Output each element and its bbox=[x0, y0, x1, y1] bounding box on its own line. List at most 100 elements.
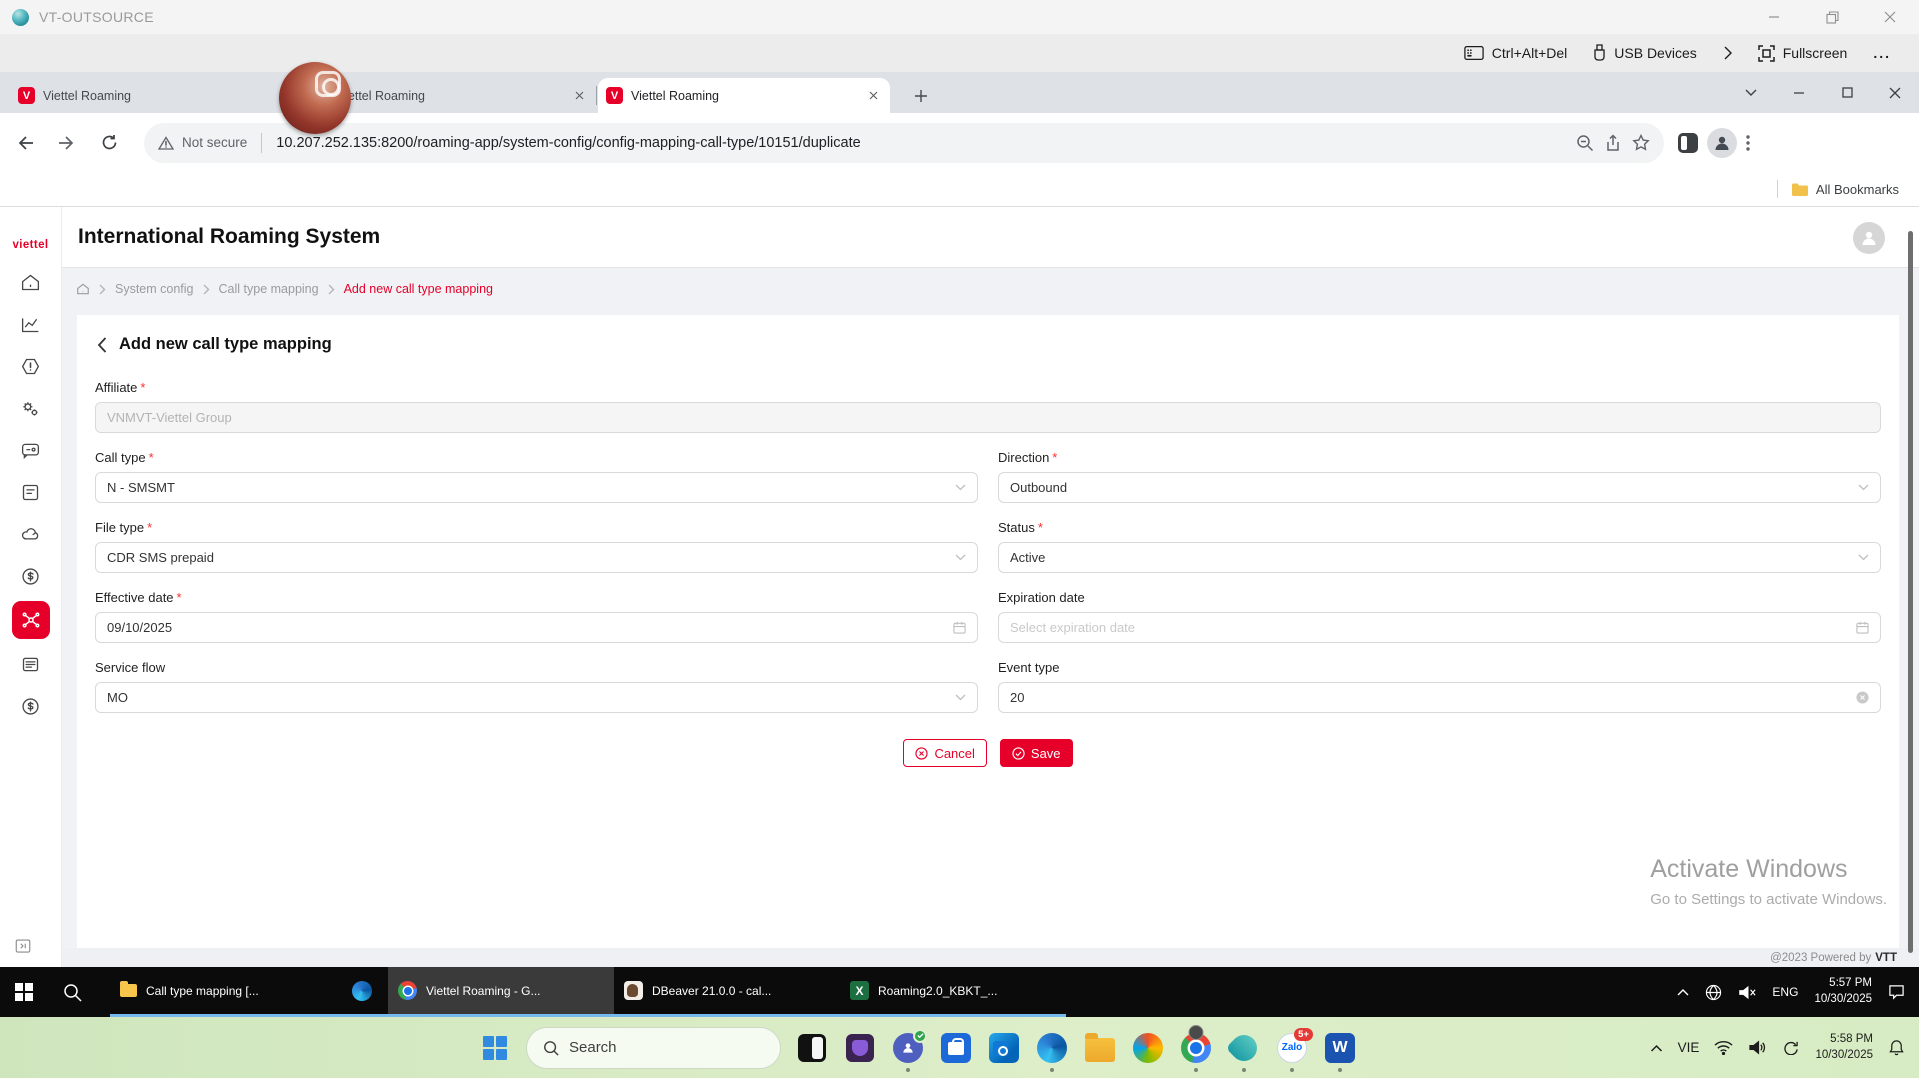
teams-person-icon bbox=[893, 1033, 923, 1063]
sidebar-item-alerts[interactable] bbox=[20, 355, 41, 377]
toolbar-more-button[interactable]: ... bbox=[1873, 45, 1891, 61]
speaker-icon[interactable] bbox=[1748, 1040, 1767, 1055]
ctrl-alt-del-button[interactable]: Ctrl+Alt+Del bbox=[1464, 45, 1567, 61]
side-panel-icon[interactable] bbox=[1678, 133, 1698, 153]
browser-maximize-button[interactable] bbox=[1823, 72, 1871, 113]
fullscreen-button[interactable]: Fullscreen bbox=[1758, 45, 1848, 62]
tab-search-chevron[interactable] bbox=[1727, 72, 1775, 113]
sidebar-item-reports[interactable] bbox=[20, 313, 41, 335]
zoom-icon[interactable] bbox=[1576, 134, 1594, 152]
minimize-button[interactable] bbox=[1745, 0, 1803, 34]
tab-title: Viettel Roaming bbox=[337, 89, 571, 103]
sidebar-item-documents[interactable] bbox=[20, 481, 41, 503]
remote-language-indicator[interactable]: ENG bbox=[1772, 985, 1798, 999]
search-icon bbox=[63, 983, 82, 1002]
reload-button[interactable] bbox=[92, 126, 126, 160]
tab-viettel-roaming-3-active[interactable]: V Viettel Roaming bbox=[598, 78, 890, 113]
taskbar-copilot[interactable] bbox=[1131, 1031, 1165, 1065]
share-icon[interactable] bbox=[1604, 134, 1622, 152]
browser-menu-icon[interactable] bbox=[1746, 135, 1750, 151]
task-viettel-roaming-chrome[interactable]: Viettel Roaming - G... bbox=[388, 967, 614, 1017]
tab-close-icon[interactable] bbox=[865, 87, 882, 104]
call-type-select[interactable]: N - SMSMT bbox=[95, 472, 978, 503]
cancel-button[interactable]: Cancel bbox=[903, 739, 986, 767]
task-edge[interactable] bbox=[336, 967, 388, 1017]
taskbar-file-explorer[interactable] bbox=[1083, 1031, 1117, 1065]
sidebar-item-home[interactable] bbox=[20, 271, 41, 293]
tray-chevron-up-icon[interactable] bbox=[1677, 988, 1689, 996]
sidebar-item-system-config-active[interactable] bbox=[12, 601, 50, 639]
sidebar-item-report-list[interactable] bbox=[20, 653, 41, 675]
clear-icon[interactable] bbox=[1856, 691, 1869, 704]
tab-close-icon[interactable] bbox=[571, 87, 588, 104]
browser-minimize-button[interactable] bbox=[1775, 72, 1823, 113]
page-footer: @2023 Powered by VTT bbox=[62, 948, 1919, 967]
tray-chevron-up-icon[interactable] bbox=[1650, 1044, 1663, 1052]
all-bookmarks-button[interactable]: All Bookmarks bbox=[1816, 182, 1899, 197]
notification-bell-icon[interactable] bbox=[1888, 1039, 1905, 1056]
taskbar-teams[interactable] bbox=[891, 1031, 925, 1065]
breadcrumb-system-config[interactable]: System config bbox=[115, 282, 194, 296]
taskbar-purple-app[interactable] bbox=[843, 1031, 877, 1065]
security-status[interactable]: Not secure bbox=[158, 135, 247, 150]
sidebar-collapse-button[interactable] bbox=[14, 937, 32, 955]
battery-saver-icon[interactable] bbox=[1782, 1040, 1800, 1055]
file-type-select[interactable]: CDR SMS prepaid bbox=[95, 542, 978, 573]
task-call-type-mapping[interactable]: Call type mapping [... bbox=[110, 967, 336, 1017]
service-flow-select[interactable]: MO bbox=[95, 682, 978, 713]
expiration-date-input[interactable]: Select expiration date bbox=[998, 612, 1881, 643]
sidebar-item-messages[interactable] bbox=[20, 439, 41, 461]
sidebar-item-billing[interactable] bbox=[20, 695, 41, 717]
notification-icon[interactable] bbox=[1888, 984, 1905, 1000]
tab-title: Viettel Roaming bbox=[43, 89, 277, 103]
save-button[interactable]: Save bbox=[1000, 739, 1073, 767]
breadcrumb-call-type-mapping[interactable]: Call type mapping bbox=[219, 282, 319, 296]
restore-button[interactable] bbox=[1803, 0, 1861, 34]
remote-clock[interactable]: 5:57 PM 10/30/2025 bbox=[1814, 976, 1872, 1007]
taskbar-panel-app[interactable] bbox=[795, 1031, 829, 1065]
new-tab-button[interactable] bbox=[908, 83, 934, 109]
tab-viettel-roaming-1[interactable]: V Viettel Roaming bbox=[10, 78, 302, 113]
local-language-indicator[interactable]: VIE bbox=[1678, 1040, 1700, 1055]
taskbar-word[interactable]: W bbox=[1323, 1031, 1357, 1065]
status-select[interactable]: Active bbox=[998, 542, 1881, 573]
direction-select[interactable]: Outbound bbox=[998, 472, 1881, 503]
network-globe-icon[interactable] bbox=[1705, 984, 1722, 1001]
user-avatar[interactable] bbox=[1853, 222, 1885, 254]
page-scrollbar[interactable] bbox=[1908, 231, 1913, 953]
profile-avatar[interactable] bbox=[1707, 128, 1737, 158]
taskbar-zalo[interactable]: Zalo5+ bbox=[1275, 1031, 1309, 1065]
sidebar-item-tariff[interactable] bbox=[20, 565, 41, 587]
url-omnibox[interactable]: Not secure 10.207.252.135:8200/roaming-a… bbox=[144, 123, 1664, 163]
task-dbeaver[interactable]: DBeaver 21.0.0 - cal... bbox=[614, 967, 840, 1017]
panel-app-icon bbox=[798, 1034, 826, 1062]
back-button[interactable] bbox=[8, 126, 42, 160]
taskbar-outlook[interactable] bbox=[987, 1031, 1021, 1065]
field-expiration-date: Expiration date Select expiration date bbox=[998, 590, 1881, 643]
remote-start-button[interactable] bbox=[0, 967, 48, 1017]
back-chevron-icon[interactable] bbox=[97, 337, 107, 353]
forward-button[interactable] bbox=[50, 126, 84, 160]
event-type-input[interactable]: 20 bbox=[998, 682, 1881, 713]
local-clock[interactable]: 5:58 PM 10/30/2025 bbox=[1815, 1032, 1873, 1063]
muted-speaker-icon[interactable] bbox=[1738, 985, 1756, 1000]
close-button[interactable] bbox=[1861, 0, 1919, 34]
home-icon[interactable] bbox=[76, 282, 90, 296]
remote-search-button[interactable] bbox=[48, 967, 96, 1017]
required-asterisk: * bbox=[140, 380, 145, 395]
taskbar-search-box[interactable]: Search bbox=[526, 1027, 781, 1069]
sidebar-item-cloud[interactable] bbox=[20, 523, 41, 545]
sidebar-item-settings[interactable] bbox=[20, 397, 41, 419]
usb-devices-button[interactable]: USB Devices bbox=[1593, 44, 1696, 62]
taskbar-chrome[interactable] bbox=[1179, 1031, 1213, 1065]
wifi-icon[interactable] bbox=[1714, 1040, 1733, 1055]
local-start-button[interactable] bbox=[478, 1031, 512, 1065]
taskbar-edge[interactable] bbox=[1035, 1031, 1069, 1065]
taskbar-pc-manager[interactable] bbox=[1227, 1031, 1261, 1065]
effective-date-input[interactable]: 09/10/2025 bbox=[95, 612, 978, 643]
toolbar-expand-chevron[interactable] bbox=[1723, 46, 1732, 60]
bookmark-star-icon[interactable] bbox=[1632, 134, 1650, 152]
browser-close-button[interactable] bbox=[1871, 72, 1919, 113]
taskbar-store[interactable] bbox=[939, 1031, 973, 1065]
task-excel-roaming[interactable]: X Roaming2.0_KBKT_... bbox=[840, 967, 1066, 1017]
